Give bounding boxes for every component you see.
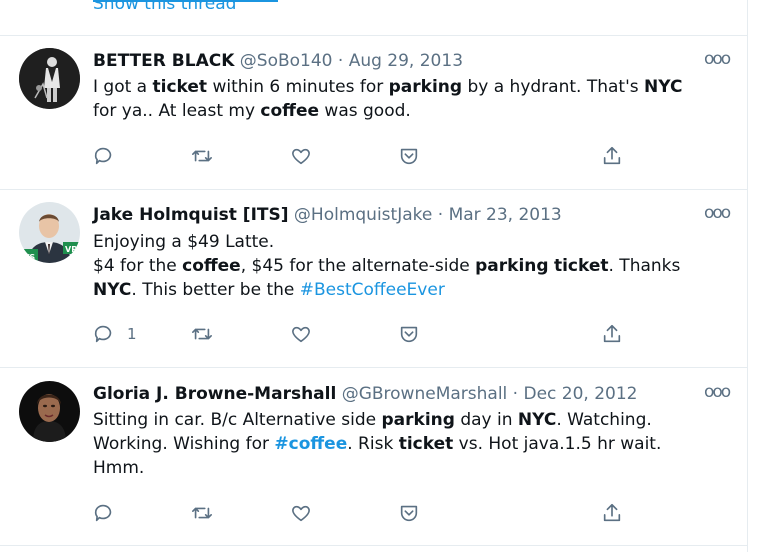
badge-text: ITS	[21, 253, 35, 262]
tweet-text: , $45 for the alternate-side	[240, 256, 476, 276]
like-button[interactable]	[290, 143, 312, 169]
share-icon	[603, 503, 621, 522]
highlighted-keyword: parking	[475, 256, 549, 276]
tweet-text: . This better be the	[131, 280, 300, 300]
tweet-body: Sitting in car. B/c Alternative side par…	[93, 408, 733, 480]
highlighted-keyword: ticket	[398, 434, 454, 454]
tweet-text: vs. Hot java.1.5 hr wait.	[453, 434, 662, 454]
divider	[0, 367, 747, 368]
separator-dot: ·	[512, 384, 519, 404]
like-icon	[292, 148, 310, 165]
like-icon	[292, 326, 310, 343]
share-button[interactable]	[601, 143, 623, 169]
retweet-icon	[192, 328, 212, 340]
highlighted-keyword: NYC	[93, 280, 132, 300]
tweet-body: Enjoying a $49 Latte. $4 for the coffee, …	[93, 230, 733, 302]
tweet-header: Gloria J. Browne-Marshall @GBrowneMarsha…	[93, 382, 638, 406]
more-icon[interactable]: ooo	[704, 49, 731, 69]
reply-count: 1	[127, 325, 137, 343]
tweet-date[interactable]: Aug 29, 2013	[349, 51, 463, 71]
like-button[interactable]	[290, 500, 312, 526]
tweet-text: Working. Wishing for	[93, 434, 275, 454]
save-button[interactable]	[398, 143, 420, 169]
retweet-icon	[192, 507, 212, 519]
tweet-header: BETTER BLACK @SoBo140 · Aug 29, 2013	[93, 49, 463, 73]
hashtag-link[interactable]: #BestCoffeeEver	[300, 280, 445, 300]
tweet-body: I got a ticket within 6 minutes for park…	[93, 75, 733, 123]
tweet-text: I got a	[93, 77, 153, 97]
tweet-text: . Thanks	[608, 256, 681, 276]
tweet-date[interactable]: Dec 20, 2012	[523, 384, 637, 404]
tweet-text: by a hydrant. That's	[462, 77, 645, 97]
tweet-header: Jake Holmquist [ITS] @HolmquistJake · Ma…	[93, 203, 562, 227]
like-icon	[292, 505, 310, 522]
avatar[interactable]: ITS VP	[19, 202, 80, 263]
retweet-button[interactable]	[191, 500, 213, 526]
save-button[interactable]	[398, 500, 420, 526]
avatar[interactable]	[19, 381, 80, 442]
separator-dot: ·	[437, 205, 444, 225]
author-handle[interactable]: @HolmquistJake	[294, 205, 432, 225]
hashtag-link[interactable]: #coffee	[274, 434, 347, 454]
tweet-text: within 6 minutes for	[207, 77, 389, 97]
author-handle[interactable]: @SoBo140	[240, 51, 333, 71]
show-thread-link[interactable]: Show this thread	[93, 0, 236, 14]
tweet-actions: 1	[0, 321, 747, 347]
highlighted-keyword: coffee	[182, 256, 241, 276]
share-icon	[603, 146, 621, 165]
share-icon	[603, 324, 621, 343]
highlighted-keyword: parking	[381, 410, 455, 430]
share-button[interactable]	[601, 500, 623, 526]
tweet-text: . Watching.	[556, 410, 652, 430]
retweet-button[interactable]	[191, 321, 213, 347]
save-button[interactable]	[398, 321, 420, 347]
tweet-text: $4 for the	[93, 256, 183, 276]
tweet-text: day in	[454, 410, 518, 430]
divider	[0, 545, 747, 546]
retweet-button[interactable]	[191, 143, 213, 169]
highlighted-keyword: NYC	[517, 410, 557, 430]
tweet-text: for ya.. At least my	[93, 101, 261, 121]
share-button[interactable]	[601, 321, 623, 347]
retweet-icon	[192, 150, 212, 162]
tweet-feed: Show this thread BETTER BLACK @SoBo140 ·…	[0, 0, 748, 552]
tweet-text: Enjoying a $49 Latte.	[93, 232, 275, 252]
highlighted-keyword: NYC	[644, 77, 683, 97]
reply-button[interactable]	[93, 500, 115, 526]
author-name[interactable]: Gloria J. Browne-Marshall	[93, 384, 336, 404]
tweet-actions	[0, 500, 747, 526]
divider	[0, 189, 747, 190]
author-handle[interactable]: @GBrowneMarshall	[342, 384, 508, 404]
author-name[interactable]: BETTER BLACK	[93, 51, 234, 71]
save-icon	[400, 148, 418, 165]
tweet-date[interactable]: Mar 23, 2013	[449, 205, 562, 225]
save-icon	[400, 505, 418, 522]
tweet-text: was good.	[319, 101, 411, 121]
more-icon[interactable]: ooo	[704, 203, 731, 223]
reply-icon	[94, 325, 112, 343]
highlighted-keyword: parking	[388, 77, 463, 97]
more-icon[interactable]: ooo	[704, 382, 731, 402]
reply-button[interactable]: 1	[93, 321, 137, 347]
reply-button[interactable]	[93, 143, 115, 169]
save-icon	[400, 326, 418, 343]
show-thread-underline	[93, 0, 278, 2]
highlighted-keyword: coffee	[260, 101, 320, 121]
tweet-text: . Risk	[347, 434, 399, 454]
like-button[interactable]	[290, 321, 312, 347]
tweet-text: Sitting in car. B/c Alternative side	[93, 410, 382, 430]
highlighted-keyword: ticket	[553, 256, 609, 276]
tweet-text: Hmm.	[93, 458, 145, 478]
reply-icon	[94, 147, 112, 165]
highlighted-keyword: ticket	[152, 77, 208, 97]
separator-dot: ·	[337, 51, 344, 71]
avatar[interactable]	[19, 48, 80, 109]
author-name[interactable]: Jake Holmquist [ITS]	[93, 205, 289, 225]
tweet-actions	[0, 143, 747, 169]
badge-text: VP	[65, 245, 77, 254]
divider	[0, 35, 747, 36]
reply-icon	[94, 504, 112, 522]
